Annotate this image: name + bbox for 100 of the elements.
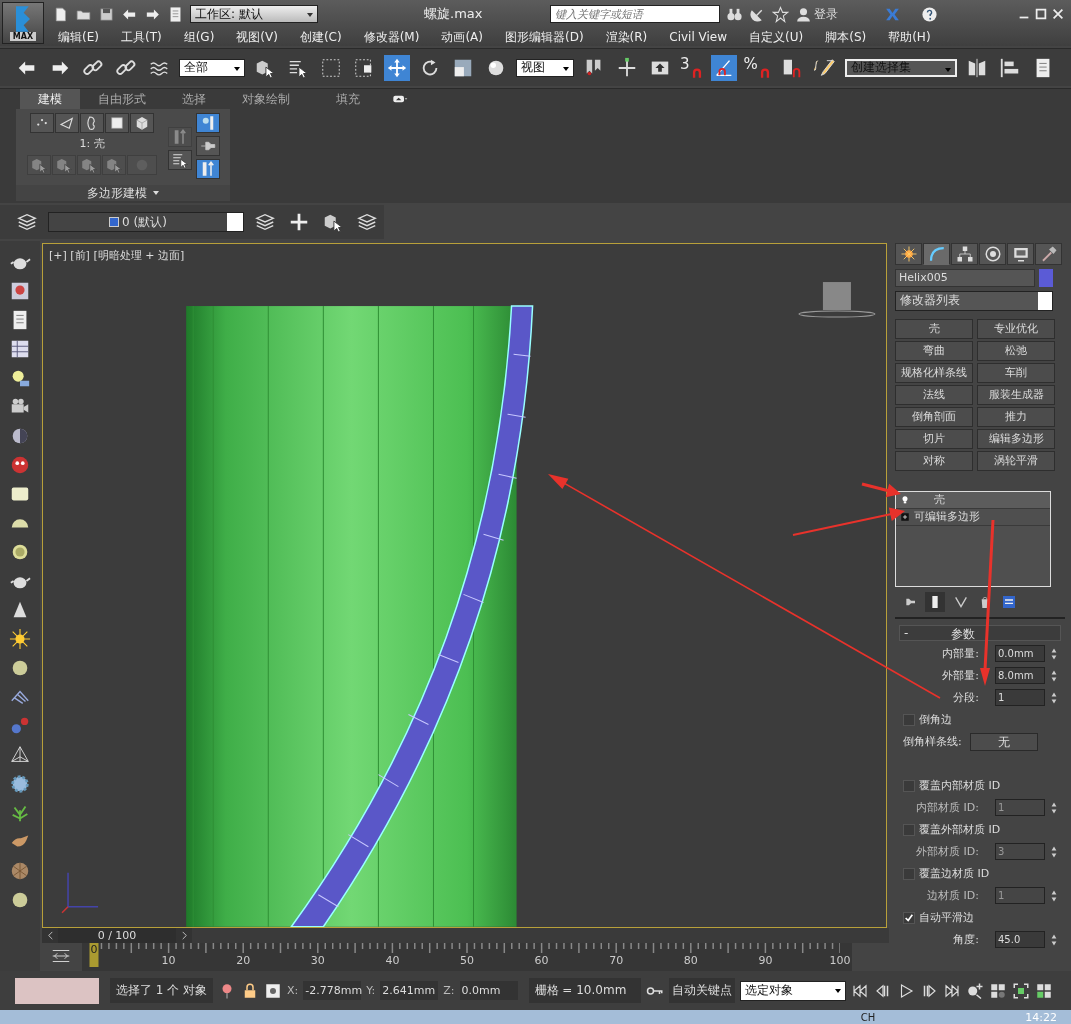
ribbon-tab[interactable]: 建模: [20, 89, 80, 110]
ribbon-tab[interactable]: 对象绘制: [226, 89, 306, 110]
modifier-button[interactable]: 车削: [977, 362, 1055, 383]
panel-tab[interactable]: [951, 242, 978, 265]
save-icon[interactable]: [98, 5, 115, 23]
cube-cursor-icon[interactable]: [52, 155, 76, 176]
viewport-label[interactable]: [+] [前] [明暗处理 + 边面]: [49, 247, 185, 263]
pick-spline-button[interactable]: 无: [969, 732, 1038, 751]
menu-item[interactable]: 脚本(S): [825, 28, 867, 46]
star-icon[interactable]: [772, 5, 789, 23]
sun-icon[interactable]: [9, 627, 31, 650]
menu-item[interactable]: 组(G): [183, 28, 215, 46]
modifier-button[interactable]: 推力: [977, 406, 1055, 427]
rollout-header[interactable]: - 参数: [899, 624, 1061, 641]
gear-icon[interactable]: [9, 772, 31, 795]
spinner-field[interactable]: 1: [995, 689, 1045, 707]
pin-icon[interactable]: [196, 136, 220, 157]
timeline-ruler[interactable]: 0 10 20 30 40 50 60 70 80 90 100: [82, 942, 852, 971]
help-icon[interactable]: [921, 5, 938, 23]
panel-tab[interactable]: [923, 242, 950, 265]
modifier-button[interactable]: 松弛: [977, 340, 1055, 361]
panel-tab[interactable]: [1007, 242, 1034, 265]
transform-mode-icon[interactable]: [264, 981, 283, 1000]
modifier-button[interactable]: 涡轮平滑: [977, 450, 1055, 471]
modifier-button[interactable]: 切片: [895, 428, 973, 449]
search-field[interactable]: 键入关键字或短语: [550, 5, 720, 23]
viewport[interactable]: [+] [前] [明暗处理 + 边面]: [42, 242, 887, 928]
angle-snap-icon[interactable]: [710, 54, 737, 81]
close-icon[interactable]: [1051, 7, 1065, 21]
expand-icon[interactable]: [900, 511, 910, 522]
ribbon-tab[interactable]: 自由形式: [82, 89, 162, 110]
panel-tab[interactable]: [979, 242, 1006, 265]
cube-cursor-icon[interactable]: [102, 155, 126, 176]
spinner-field[interactable]: 0.0mm: [995, 645, 1045, 663]
menu-item[interactable]: 编辑(E): [58, 28, 99, 46]
menu-item[interactable]: 帮助(H): [888, 28, 931, 46]
zoom-extents-all-icon[interactable]: [1034, 981, 1053, 1000]
modifier-button[interactable]: 法线: [895, 384, 973, 405]
spinner-field[interactable]: 8.0mm: [995, 667, 1045, 685]
modifier-button[interactable]: 对称: [895, 450, 973, 471]
modifier-button[interactable]: 规格化样条线: [895, 362, 973, 383]
view-cube-icon[interactable]: [798, 281, 876, 318]
maxscript-listener-field[interactable]: [15, 977, 99, 1004]
reference-coordinate-dropdown[interactable]: 视图: [516, 58, 574, 77]
menu-item[interactable]: 动画(A): [441, 28, 483, 46]
checkbox[interactable]: [903, 823, 915, 836]
panel-title-button[interactable]: 多边形建模: [16, 185, 230, 202]
language-indicator[interactable]: CH: [860, 1011, 876, 1023]
layer-dropdown[interactable]: 0 (默认): [48, 212, 244, 233]
maximize-icon[interactable]: [1034, 7, 1048, 21]
modifier-button[interactable]: 服装生成器: [977, 384, 1055, 405]
vertex-icon[interactable]: [30, 113, 54, 134]
object-color-swatch[interactable]: [1039, 268, 1053, 287]
modifier-button[interactable]: 倒角剖面: [895, 406, 973, 427]
cube-cursor-icon[interactable]: [77, 155, 101, 176]
zoom-extents-icon[interactable]: [1011, 981, 1030, 1000]
menu-item[interactable]: 修改器(M): [363, 28, 420, 46]
menu-item[interactable]: 渲染(R): [605, 28, 648, 46]
checkbox[interactable]: [903, 779, 915, 792]
go-to-start-icon[interactable]: [850, 981, 869, 1000]
stack-down-icon[interactable]: [168, 150, 192, 171]
modifier-button[interactable]: 编辑多边形: [977, 428, 1055, 449]
element-icon[interactable]: [130, 113, 154, 134]
object-name-field[interactable]: Helix005: [895, 268, 1035, 287]
menu-item[interactable]: Civil View: [669, 30, 728, 44]
modifier-button[interactable]: 壳: [895, 318, 973, 339]
modifier-button[interactable]: 专业优化: [977, 318, 1055, 339]
checkbox[interactable]: [903, 713, 915, 726]
checkbox[interactable]: [903, 867, 915, 880]
auto-key-button[interactable]: 自动关键点: [668, 978, 735, 1004]
modifier-list-dropdown[interactable]: 修改器列表: [895, 290, 1053, 311]
cube-cursor-icon[interactable]: [27, 155, 51, 176]
move-icon[interactable]: [384, 54, 410, 81]
menu-item[interactable]: 图形编辑器(D): [504, 28, 584, 46]
stack-item[interactable]: 壳: [896, 491, 1050, 509]
percent-snap-button[interactable]: %: [743, 54, 772, 81]
snap-toggle-button[interactable]: 3: [680, 54, 704, 81]
selection-filter-dropdown[interactable]: 全部: [179, 58, 245, 77]
workspace-dropdown[interactable]: 工作区: 默认: [190, 5, 318, 23]
sign-in-button[interactable]: 登录: [795, 5, 838, 23]
go-to-end-icon[interactable]: [942, 981, 961, 1000]
y-coordinate-field[interactable]: 2.641mm: [380, 981, 439, 1001]
application-menu-button[interactable]: MAX: [2, 2, 44, 44]
configure-icon[interactable]: [1001, 593, 1017, 610]
ribbon-tab[interactable]: 填充: [308, 89, 388, 110]
menu-item[interactable]: 工具(T): [120, 28, 162, 46]
zoom-all-icon[interactable]: [988, 981, 1007, 1000]
menu-item[interactable]: 自定义(U): [749, 28, 804, 46]
show-end-result-icon[interactable]: [196, 113, 220, 134]
menu-item[interactable]: 视图(V): [236, 28, 278, 46]
menu-item[interactable]: 创建(C): [299, 28, 342, 46]
border-icon[interactable]: [80, 113, 104, 134]
edge-icon[interactable]: [55, 113, 79, 134]
panel-tab[interactable]: [1035, 242, 1062, 265]
panel-tab[interactable]: [895, 242, 922, 265]
zoom-icon[interactable]: [965, 981, 984, 1000]
checkbox[interactable]: [903, 911, 915, 924]
show-end-result-icon[interactable]: [925, 591, 945, 612]
lightbulb-icon[interactable]: [900, 494, 910, 505]
spinner-field[interactable]: 45.0: [995, 931, 1045, 949]
